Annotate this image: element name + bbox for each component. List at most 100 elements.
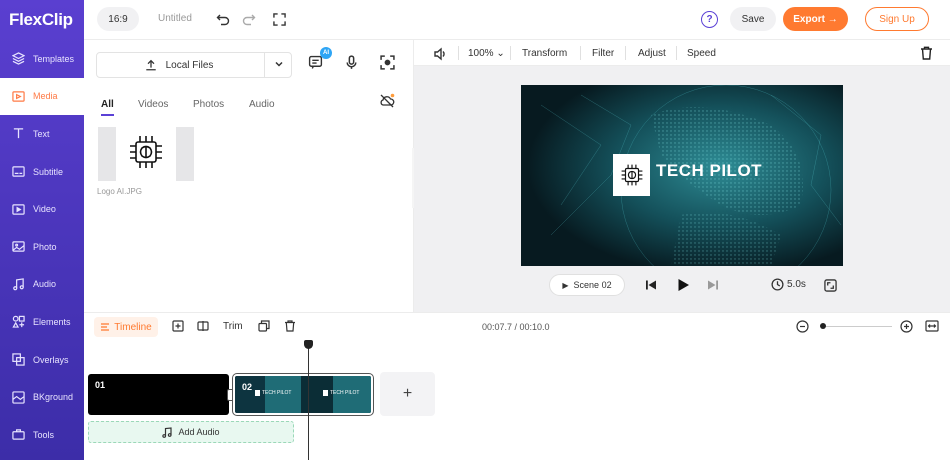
zoom-slider-handle[interactable] <box>820 323 826 329</box>
sidebar-item-label: Audio <box>33 279 57 290</box>
sidebar-item-overlays[interactable]: Overlays <box>0 341 84 379</box>
clip-thumb-text: TECH PILOT <box>262 390 292 396</box>
photo-icon <box>11 240 25 254</box>
save-button[interactable]: Save <box>730 7 776 31</box>
undo-icon[interactable] <box>215 11 231 27</box>
sidebar-item-elements[interactable]: Elements <box>0 303 84 341</box>
sidebar-item-media[interactable]: Media <box>0 77 84 116</box>
sidebar-item-video[interactable]: Video <box>0 190 84 228</box>
fullscreen-icon[interactable] <box>271 11 287 27</box>
scene-clip[interactable]: 01 <box>88 374 229 415</box>
volume-icon[interactable] <box>432 46 448 62</box>
preview-area: TECH PILOT ▶ Scene 02 5.0s <box>414 66 950 312</box>
transform-button[interactable]: Transform <box>522 48 567 59</box>
tab-photos[interactable]: Photos <box>193 99 224 110</box>
add-scene-button[interactable]: + <box>380 372 435 416</box>
filter-button[interactable]: Filter <box>592 48 614 59</box>
play-button[interactable] <box>675 277 691 293</box>
app-logo: FlexClip <box>0 0 84 40</box>
music-icon <box>11 277 25 291</box>
timeline-zoom-slider[interactable] <box>822 326 892 327</box>
preview-toolbar: 100% ⌄ Transform Filter Adjust Speed <box>414 40 950 66</box>
export-button[interactable]: Export → <box>783 7 848 31</box>
toolbar-divider <box>580 46 581 60</box>
timeline-tracks: 01 02 TECH PILOT TECH PILOT + Add Audio <box>84 340 950 460</box>
timeline-time: 00:07.7 / 00:10.0 <box>482 322 550 332</box>
adjust-button[interactable]: Adjust <box>638 48 666 59</box>
sidebar-item-photo[interactable]: Photo <box>0 228 84 266</box>
scene-clip[interactable]: 02 TECH PILOT TECH PILOT <box>232 373 374 416</box>
cloud-sync-button[interactable] <box>377 93 397 113</box>
screen-record-button[interactable] <box>374 52 400 78</box>
expand-preview-icon[interactable] <box>822 277 838 293</box>
local-files-button[interactable]: Local Files <box>96 52 292 78</box>
redo-icon[interactable] <box>241 11 257 27</box>
split-icon[interactable] <box>196 319 210 333</box>
scene-duration[interactable]: 5.0s <box>771 278 806 291</box>
add-audio-button[interactable]: Add Audio <box>88 421 294 443</box>
sign-up-button[interactable]: Sign Up <box>865 7 929 31</box>
speed-button[interactable]: Speed <box>687 48 716 59</box>
tab-audio[interactable]: Audio <box>249 99 275 110</box>
sidebar-item-templates[interactable]: Templates <box>0 40 84 78</box>
sidebar-item-label: Tools <box>33 429 55 440</box>
scene-label: Scene <box>573 280 600 290</box>
delete-clip-icon[interactable] <box>283 319 297 333</box>
cloud-off-icon <box>379 93 395 114</box>
zoom-out-icon[interactable] <box>795 319 809 333</box>
playhead-handle[interactable] <box>304 340 313 349</box>
aspect-ratio-button[interactable]: 16:9 <box>97 7 139 31</box>
sidebar-item-subtitle[interactable]: Subtitle <box>0 153 84 191</box>
clock-icon <box>771 278 784 291</box>
sidebar-item-bkground[interactable]: BKground <box>0 378 84 416</box>
previous-scene-icon[interactable] <box>643 277 659 293</box>
fit-timeline-icon[interactable] <box>925 319 939 333</box>
tab-videos[interactable]: Videos <box>138 99 168 110</box>
duplicate-icon[interactable] <box>257 319 271 333</box>
media-file-name: Logo AI.JPG <box>97 187 142 196</box>
overlays-icon <box>11 353 25 367</box>
delete-icon[interactable] <box>918 45 934 61</box>
sidebar-item-audio[interactable]: Audio <box>0 266 84 304</box>
text-icon <box>11 127 25 141</box>
sidebar-item-label: Video <box>33 204 56 215</box>
project-title[interactable]: Untitled <box>158 13 192 24</box>
toolbar-divider <box>510 46 511 60</box>
media-panel: Local Files AI All Videos Photos Audio L… <box>84 40 414 312</box>
video-icon <box>11 202 25 216</box>
layers-icon <box>11 52 25 66</box>
sidebar-item-label: Media <box>33 91 58 102</box>
chevron-down-icon <box>274 56 284 74</box>
timeline-toolbar: Timeline Trim 00:07.7 / 00:10.0 <box>84 312 950 340</box>
record-audio-button[interactable] <box>338 52 364 78</box>
top-bar: 16:9 Untitled ? Save Export → Sign Up <box>84 0 950 40</box>
sidebar-item-text[interactable]: Text <box>0 115 84 153</box>
ai-chip-logo-icon <box>126 132 166 177</box>
video-canvas[interactable]: TECH PILOT <box>521 85 843 266</box>
zoom-in-icon[interactable] <box>899 319 913 333</box>
next-scene-icon[interactable] <box>705 277 721 293</box>
help-icon[interactable]: ? <box>701 11 718 28</box>
add-scene-icon[interactable] <box>171 319 185 333</box>
screen-record-icon <box>379 55 395 75</box>
toolbar-divider <box>458 46 459 60</box>
microphone-icon <box>344 55 359 75</box>
add-audio-label: Add Audio <box>178 427 220 437</box>
sidebar-item-label: Photo <box>33 241 57 252</box>
tools-icon <box>11 428 25 442</box>
local-files-label: Local Files <box>165 59 214 71</box>
playhead[interactable] <box>308 340 309 460</box>
tab-all[interactable]: All <box>101 99 114 116</box>
local-files-dropdown[interactable] <box>264 52 292 78</box>
upload-icon <box>145 59 157 71</box>
elements-icon <box>11 315 25 329</box>
media-thumbnail[interactable] <box>98 127 194 181</box>
scene-selector[interactable]: ▶ Scene 02 <box>549 274 625 296</box>
zoom-select[interactable]: 100% ⌄ <box>468 48 505 59</box>
clip-number: 02 <box>242 382 253 392</box>
play-icon: ▶ <box>562 280 569 290</box>
trim-button[interactable]: Trim <box>223 321 243 332</box>
ai-badge: AI <box>320 47 332 59</box>
timeline-toggle[interactable]: Timeline <box>94 317 158 337</box>
sidebar-item-tools[interactable]: Tools <box>0 416 84 454</box>
